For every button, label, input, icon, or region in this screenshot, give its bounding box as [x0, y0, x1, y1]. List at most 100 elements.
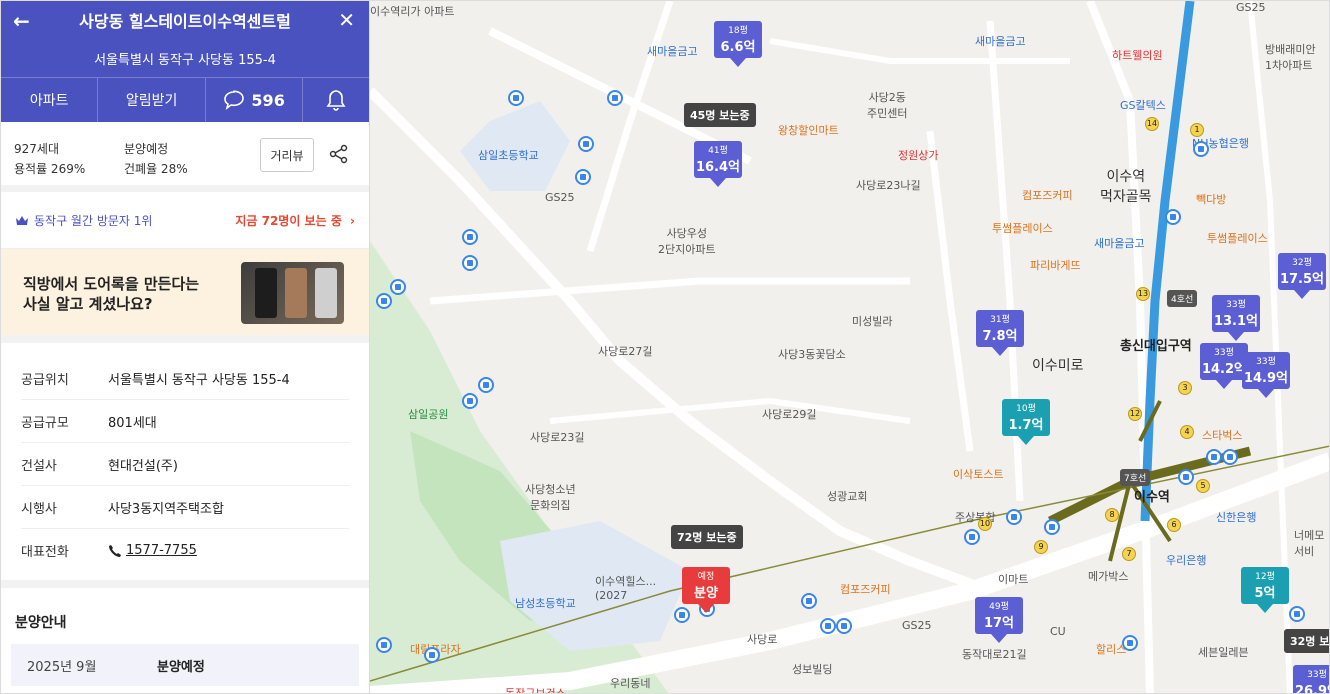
share-icon[interactable]: [329, 144, 349, 164]
tab-bell[interactable]: [303, 78, 369, 122]
pin-size: 32평: [1292, 258, 1312, 268]
price-pin[interactable]: 31평 7.8억: [976, 310, 1024, 356]
close-icon[interactable]: ✕: [338, 8, 355, 32]
bus-stop-icon[interactable]: [1044, 519, 1060, 535]
bus-stop-icon[interactable]: [376, 293, 392, 309]
map-label: 파리바게뜨: [1030, 259, 1081, 272]
bus-stop-icon[interactable]: [462, 229, 478, 245]
price-pin[interactable]: 12평 5억: [1241, 567, 1289, 613]
sale-date: 2025년 9월: [27, 659, 97, 675]
pin-price: 16.4억: [695, 160, 741, 175]
bus-stop-icon[interactable]: [607, 90, 623, 106]
sale-status: 분양예정: [124, 142, 169, 156]
map-label: 이수역힐스... (2027: [595, 575, 657, 602]
map-label: 우리동네 공인중개: [610, 677, 651, 690]
map-label: 사당로27길: [598, 345, 653, 358]
price-pin[interactable]: 41평 16.4억: [694, 141, 742, 187]
tab-comments[interactable]: 596: [206, 78, 304, 122]
pin-size: 33평: [1214, 348, 1234, 358]
pin-price: 17.5억: [1279, 272, 1325, 287]
map-label: 우리은행: [1166, 554, 1207, 567]
ad-banner[interactable]: 직방에서 도어록을 만든다는 사실 알고 계셨나요?: [1, 249, 369, 335]
price-pin[interactable]: 49평 17억: [975, 597, 1023, 643]
detail-label: 대표전화: [21, 545, 69, 560]
map-label: 이수역: [1134, 490, 1170, 505]
price-pin[interactable]: 33평 14.2억: [1200, 343, 1248, 389]
line4-badge: 4호선: [1167, 290, 1198, 307]
households: 927세대: [14, 142, 59, 156]
detail-row: 대표전화 1577-7755: [21, 529, 349, 572]
bus-stop-icon[interactable]: [376, 637, 392, 653]
bus-stop-icon[interactable]: [1165, 209, 1181, 225]
pin-price: 6.6억: [720, 40, 756, 55]
bus-stop-icon[interactable]: [424, 647, 440, 663]
detail-row: 시행사 사당3동지역주택조합: [21, 486, 349, 529]
bus-stop-icon[interactable]: [390, 279, 406, 295]
map-label: 사당3동꽃담소: [778, 348, 846, 361]
tab-apartment[interactable]: 아파트: [1, 78, 99, 122]
bus-stop-icon[interactable]: [1006, 509, 1022, 525]
selected-project-pin[interactable]: 예정 분양: [682, 567, 730, 613]
detail-label: 공급위치: [21, 372, 69, 388]
map-label: 새마을금고: [1094, 237, 1145, 250]
bus-stop-icon[interactable]: [1222, 449, 1238, 465]
rank-bar[interactable]: 동작구 월간 방문자 1위 지금 72명이 보는 중 ›: [1, 192, 369, 249]
bus-stop-icon[interactable]: [578, 136, 594, 152]
pin-price: 14.2억: [1201, 362, 1247, 377]
bus-stop-icon[interactable]: [1289, 606, 1305, 622]
pin-size: 33평: [1226, 300, 1246, 310]
price-pin[interactable]: 33평 26.9억: [1293, 665, 1329, 693]
map-label: 사당로: [747, 633, 778, 646]
detail-value: 서울특별시 동작구 사당동 155-4: [108, 372, 290, 388]
price-pin[interactable]: 33평 13.1억: [1212, 295, 1260, 341]
bus-stop-icon[interactable]: [801, 593, 817, 609]
map-label: 너메모 서비: [1294, 529, 1325, 558]
price-pin[interactable]: 32평 17.5억: [1278, 253, 1326, 299]
bus-stop-icon[interactable]: [462, 393, 478, 409]
detail-label: 시행사: [21, 501, 57, 517]
bus-stop-icon[interactable]: [964, 529, 980, 545]
bus-stop-icon[interactable]: [478, 377, 494, 393]
detail-label: 건설사: [21, 458, 57, 474]
sale-section: 분양안내 2025년 9월 분양예정: [1, 588, 369, 686]
bus-stop-icon[interactable]: [836, 618, 852, 634]
bus-stop-icon[interactable]: [575, 169, 591, 185]
map-label: 새마을금고: [975, 35, 1026, 48]
tab-notify[interactable]: 알림받기: [98, 78, 206, 122]
map-view[interactable]: 이수역리가 아파트 새마을금고 새마을금고 새마을금고 삼일초등학교 GS25 …: [370, 0, 1330, 694]
map-label: 총신대입구역: [1120, 339, 1192, 354]
map-label: 사당청소년 문화의집: [525, 483, 576, 512]
back-arrow-icon[interactable]: ←: [13, 9, 30, 33]
pin-size: 18평: [728, 26, 748, 36]
map-label: 사당2동 주민센터: [867, 91, 908, 120]
map-label: 삼일초등학교: [478, 149, 539, 162]
bus-stop-icon[interactable]: [1193, 141, 1209, 157]
page-title: 사당동 힐스테이트이수역센트럴: [79, 12, 291, 31]
map-label: GS25: [1236, 1, 1266, 14]
map-label: 남성초등학교: [515, 597, 576, 610]
map-label: 빽다방: [1196, 193, 1227, 206]
detail-value: 801세대: [108, 415, 157, 431]
pin-price: 7.8억: [982, 329, 1018, 344]
streetview-button[interactable]: 거리뷰: [260, 138, 314, 172]
price-pin[interactable]: 33평 14.9억: [1242, 352, 1290, 398]
pin-size: 예정: [697, 572, 715, 582]
bus-stop-icon[interactable]: [1178, 469, 1194, 485]
map-label: 스타벅스: [1202, 429, 1243, 442]
bus-stop-icon[interactable]: [1206, 449, 1222, 465]
map-label: 새마을금고: [647, 45, 698, 58]
bus-stop-icon[interactable]: [820, 618, 836, 634]
sale-schedule-row: 2025년 9월 분양예정: [11, 644, 359, 686]
bus-stop-icon[interactable]: [508, 90, 524, 106]
price-pin[interactable]: 10평 1.7억: [1002, 399, 1050, 445]
chevron-right-icon: ›: [350, 213, 355, 228]
bus-stop-icon[interactable]: [462, 255, 478, 271]
bus-stop-icon[interactable]: [1122, 635, 1138, 651]
viewer-badge: 45명 보는중: [684, 103, 756, 127]
pin-size: 49평: [989, 602, 1009, 612]
pin-size: 33평: [1307, 670, 1327, 680]
phone-link[interactable]: 1577-7755: [108, 543, 197, 558]
price-pin[interactable]: 18평 6.6억: [714, 21, 762, 67]
map-label: 세븐일레븐: [1198, 646, 1249, 659]
detail-value: 현대건설(주): [108, 458, 178, 474]
